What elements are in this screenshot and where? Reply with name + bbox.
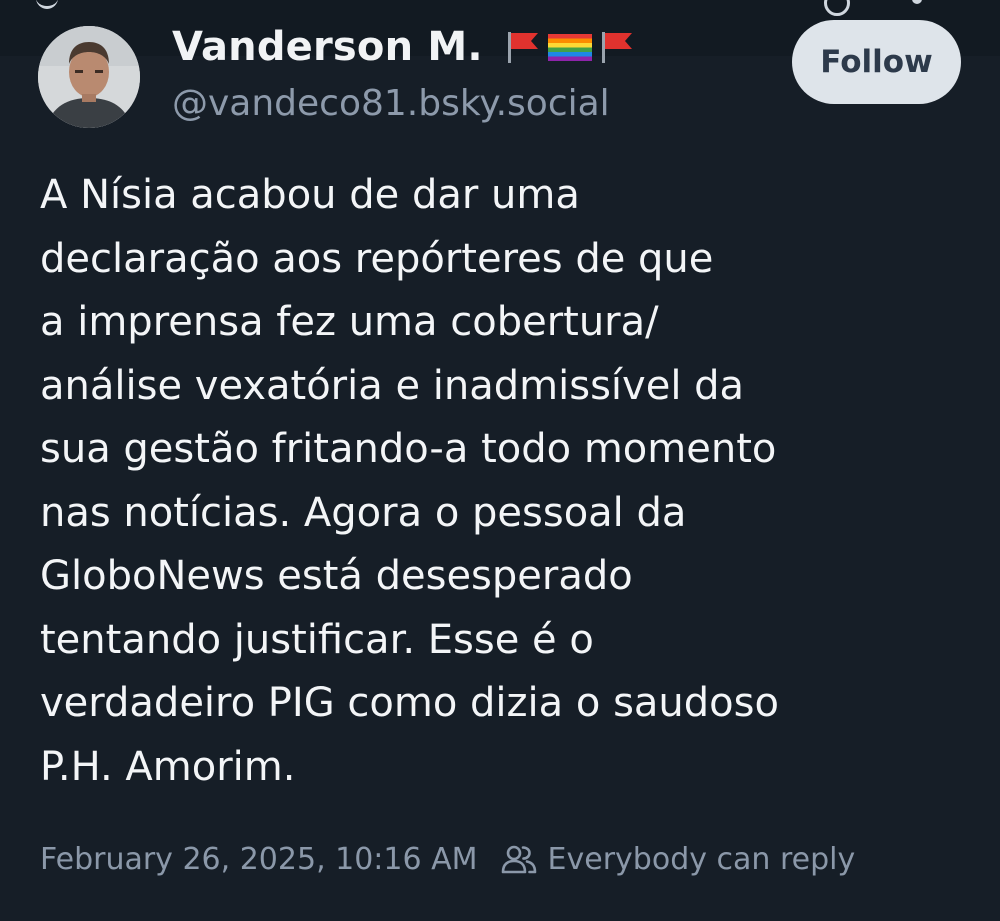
- back-icon[interactable]: [36, 0, 58, 9]
- avatar-image: [38, 26, 140, 128]
- author-display-name[interactable]: Vanderson M.: [172, 24, 483, 70]
- rainbow-flag-icon: [547, 34, 592, 61]
- search-icon[interactable]: [824, 0, 850, 16]
- reply-setting-label: Everybody can reply: [547, 841, 856, 877]
- more-options-icon[interactable]: [912, 0, 922, 4]
- red-flag-icon: [601, 32, 632, 63]
- people-icon: [501, 845, 536, 874]
- post-timestamp[interactable]: February 26, 2025, 10:16 AM: [40, 842, 478, 877]
- author-name-row: Vanderson M.: [172, 24, 635, 70]
- follow-button[interactable]: Follow: [792, 20, 961, 104]
- reply-setting: Everybody can reply: [500, 840, 856, 878]
- post-text: A Nísia acabou de dar uma declaração aos…: [40, 172, 779, 790]
- name-flags: [505, 30, 635, 64]
- avatar[interactable]: [38, 26, 140, 128]
- red-flag-icon: [507, 32, 538, 63]
- post-meta: February 26, 2025, 10:16 AM Everybody ca…: [40, 840, 855, 878]
- author-handle[interactable]: @vandeco81.bsky.social: [172, 83, 610, 124]
